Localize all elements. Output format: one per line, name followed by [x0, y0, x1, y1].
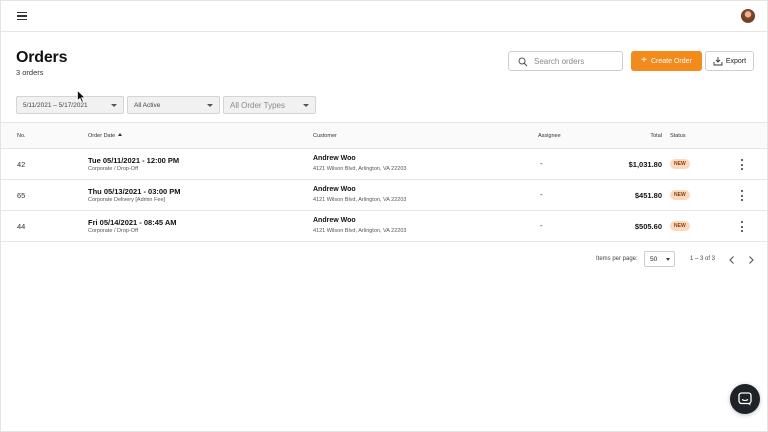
column-header-status[interactable]: Status: [670, 133, 686, 139]
customer-address: 4121 Wilson Blvd, Arlington, VA 22203: [313, 197, 407, 203]
order-number: 65: [17, 191, 26, 200]
sort-ascending-icon: [118, 133, 123, 136]
search-box[interactable]: [508, 51, 623, 71]
items-per-page-select[interactable]: 50: [644, 251, 675, 267]
more-options-icon[interactable]: [738, 159, 746, 170]
download-icon: [713, 57, 723, 66]
more-options-icon[interactable]: [738, 190, 746, 201]
export-button[interactable]: Export: [705, 51, 754, 71]
chat-icon: [738, 392, 752, 406]
assignee: -: [540, 221, 543, 230]
date-range-filter[interactable]: 5/11/2021 – 5/17/2021: [16, 96, 124, 114]
page-title: Orders: [16, 49, 68, 66]
customer-name: Andrew Woo: [313, 217, 356, 224]
create-order-label: Create Order: [650, 57, 692, 65]
order-types-value: All Order Types: [230, 100, 285, 110]
date-range-value: 5/11/2021 – 5/17/2021: [23, 102, 88, 109]
order-total: $451.80: [634, 191, 662, 200]
orders-table: No. Order Date Customer Assignee Total S…: [1, 122, 767, 242]
order-total: $505.60: [634, 222, 662, 231]
order-type: Corporate / Drop-Off: [88, 228, 139, 234]
customer-address: 4121 Wilson Blvd, Arlington, VA 22203: [313, 166, 407, 172]
column-header-order-date[interactable]: Order Date: [88, 133, 123, 139]
order-number: 44: [17, 222, 26, 231]
export-label: Export: [725, 57, 747, 65]
status-badge: NEW: [670, 159, 690, 169]
chevron-left-icon: [729, 256, 734, 264]
status-badge: NEW: [670, 190, 690, 200]
assignee: -: [540, 190, 543, 199]
search-input[interactable]: [534, 55, 619, 68]
chevron-right-icon: [749, 256, 754, 264]
order-number: 42: [17, 160, 26, 169]
user-avatar[interactable]: [741, 9, 755, 23]
order-type: Corporate Delivery [Admin Fee]: [88, 197, 166, 203]
chevron-down-icon: [303, 104, 309, 107]
top-bar: [1, 1, 767, 32]
order-date: Thu 05/13/2021 - 03:00 PM: [88, 187, 181, 196]
order-count: 3 orders: [16, 68, 44, 77]
hamburger-icon[interactable]: [17, 12, 27, 20]
mouse-cursor-icon: [77, 90, 86, 103]
table-row[interactable]: 44 Fri 05/14/2021 - 08:45 AM Corporate /…: [1, 211, 767, 242]
order-total: $1,031.80: [628, 160, 662, 169]
table-row[interactable]: 42 Tue 05/11/2021 - 12:00 PM Corporate /…: [1, 149, 767, 180]
chevron-down-icon: [111, 104, 117, 107]
items-per-page-value: 50: [650, 256, 658, 263]
table-row[interactable]: 65 Thu 05/13/2021 - 03:00 PM Corporate D…: [1, 180, 767, 211]
status-filter[interactable]: All Active: [127, 96, 220, 114]
more-options-icon[interactable]: [738, 221, 746, 232]
status-filter-value: All Active: [134, 102, 161, 109]
table-header: No. Order Date Customer Assignee Total S…: [1, 122, 767, 149]
column-header-total[interactable]: Total: [650, 133, 662, 139]
column-header-customer[interactable]: Customer: [313, 133, 337, 139]
order-type: Corporate / Drop-Off: [88, 166, 139, 172]
customer-address: 4121 Wilson Blvd, Arlington, VA 22203: [313, 228, 407, 234]
customer-name: Andrew Woo: [313, 186, 356, 193]
order-date: Fri 05/14/2021 - 08:45 AM: [88, 218, 177, 227]
column-header-order-date-label: Order Date: [88, 133, 116, 139]
status-badge: NEW: [670, 221, 690, 231]
chevron-down-icon: [666, 258, 670, 261]
column-header-no[interactable]: No.: [17, 133, 26, 139]
order-types-filter[interactable]: All Order Types: [223, 96, 316, 114]
chevron-down-icon: [207, 104, 213, 107]
items-per-page-label: Items per page:: [596, 256, 638, 262]
next-page-button[interactable]: [746, 253, 756, 265]
assignee: -: [540, 159, 543, 168]
pagination-range: 1 – 3 of 3: [690, 256, 716, 262]
customer-name: Andrew Woo: [313, 155, 356, 162]
previous-page-button[interactable]: [727, 253, 737, 265]
search-icon: [518, 57, 528, 67]
create-order-button[interactable]: + Create Order: [631, 51, 702, 71]
plus-icon: +: [641, 54, 647, 66]
column-header-assignee[interactable]: Assignee: [538, 133, 561, 139]
order-date: Tue 05/11/2021 - 12:00 PM: [88, 156, 180, 165]
chat-launcher-button[interactable]: [730, 384, 760, 414]
